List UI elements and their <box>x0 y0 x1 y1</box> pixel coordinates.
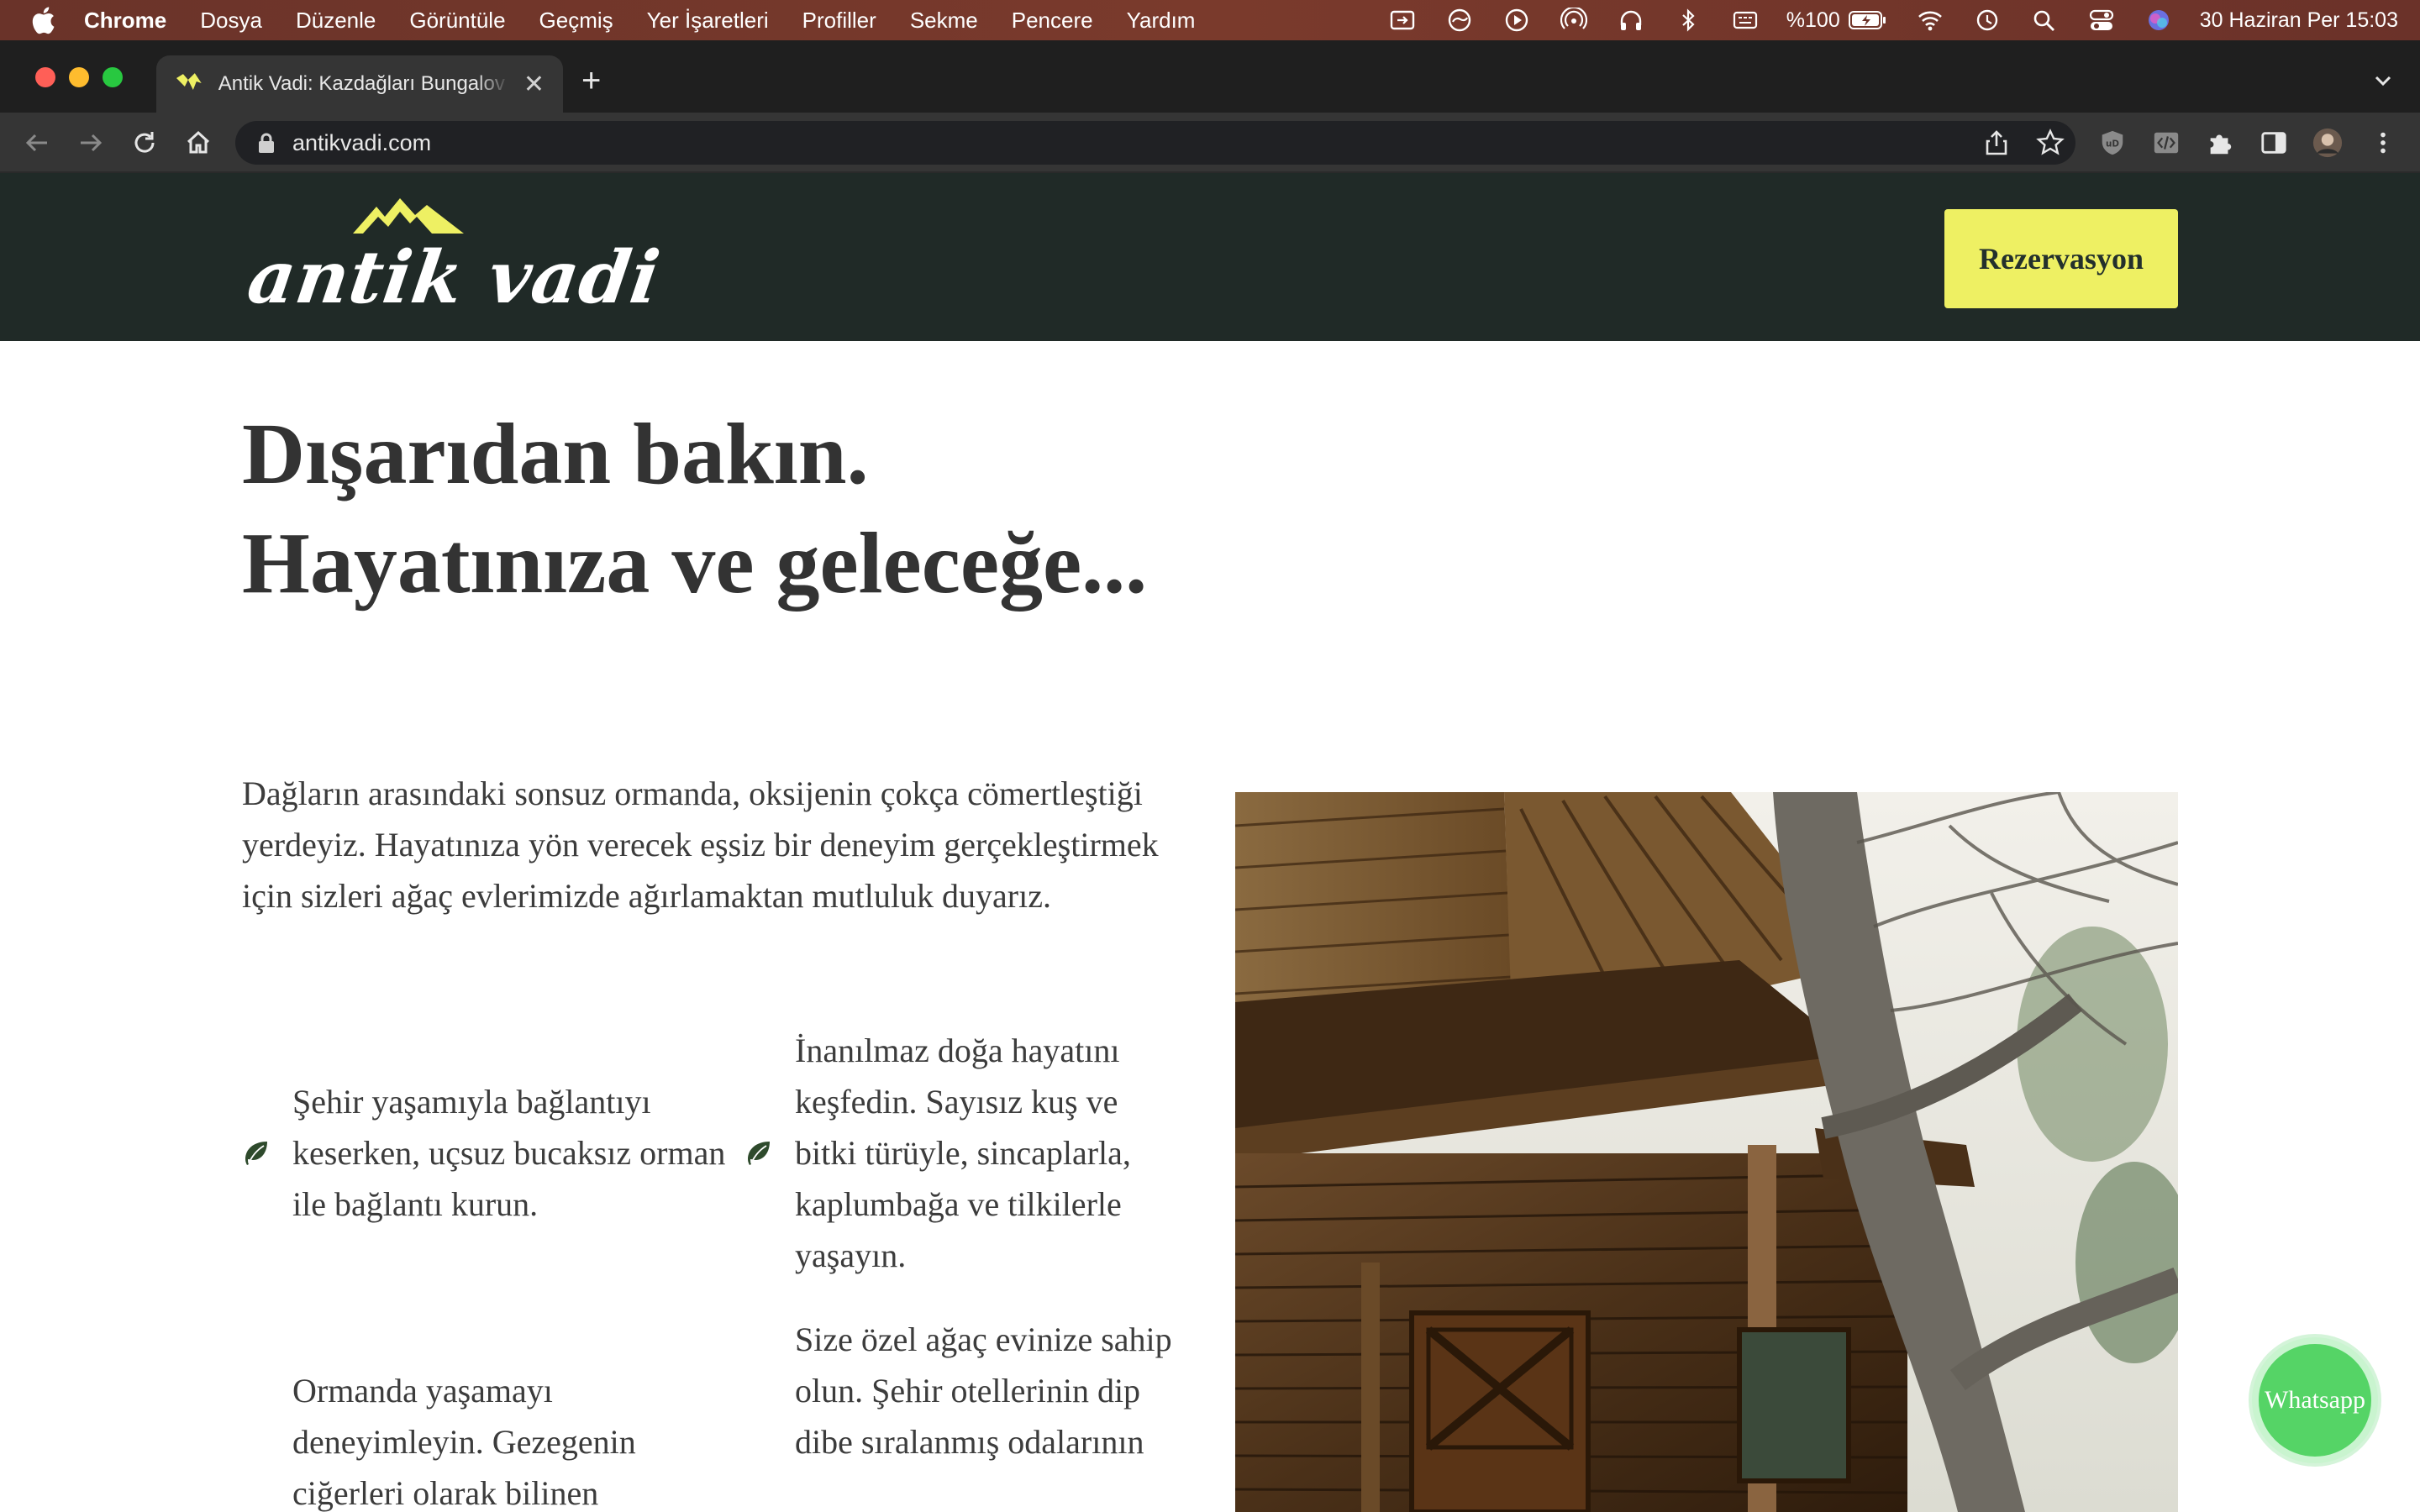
menu-app-name[interactable]: Chrome <box>84 8 166 34</box>
bookmark-star-icon[interactable] <box>2035 128 2065 158</box>
back-arrow-icon[interactable] <box>22 128 52 158</box>
menubar-clock: 30 Haziran Per 15:03 <box>2199 8 2398 32</box>
code-extension-icon[interactable] <box>2151 128 2181 158</box>
forward-arrow-icon[interactable] <box>76 128 106 158</box>
reservation-button[interactable]: Rezervasyon <box>1944 209 2178 308</box>
share-icon[interactable] <box>1981 128 2012 158</box>
mountain-logo-icon <box>353 198 464 234</box>
macos-menu-bar: Chrome Dosya Düzenle Görüntüle Geçmiş Ye… <box>0 0 2420 40</box>
airdrop-icon[interactable] <box>1560 8 1588 33</box>
bluetooth-icon[interactable] <box>1674 8 1702 33</box>
menu-duzenle[interactable]: Düzenle <box>296 8 376 34</box>
lock-icon[interactable] <box>257 132 276 154</box>
tab-close-icon[interactable]: ✕ <box>523 70 544 99</box>
new-tab-button[interactable]: + <box>581 64 601 97</box>
feature-text-4: Size özel ağaç evinize sahip olun. Şehir… <box>795 1320 1172 1461</box>
menu-profiller[interactable]: Profiller <box>802 8 876 34</box>
window-minimize-button[interactable] <box>69 67 89 87</box>
headphones-icon[interactable] <box>1617 8 1645 33</box>
home-icon[interactable] <box>183 128 213 158</box>
tab-search-chevron-icon[interactable] <box>2371 69 2395 92</box>
menu-dosya[interactable]: Dosya <box>200 8 262 34</box>
browser-menu-icon[interactable] <box>2368 128 2398 158</box>
url-text[interactable]: antikvadi.com <box>292 130 431 156</box>
spotlight-search-icon[interactable] <box>2030 8 2059 33</box>
whatsapp-button[interactable]: Whatsapp <box>2252 1337 2378 1463</box>
battery-icon[interactable] <box>1848 8 1887 33</box>
profile-avatar[interactable] <box>2312 128 2343 158</box>
site-header: antik vadi Rezervasyon <box>0 173 2420 341</box>
menu-goruntule[interactable]: Görüntüle <box>409 8 505 34</box>
tab-title: Antik Vadi: Kazdağları Bungalov <box>218 72 505 95</box>
wifi-icon[interactable] <box>1916 8 1944 33</box>
logo-text: antik vadi <box>242 235 666 320</box>
feature-text-2: İnanılmaz doğa hayatını keşfedin. Sayısı… <box>795 1032 1131 1274</box>
feature-text-1: Şehir yaşamıyla bağlantıyı keserken, uçs… <box>292 1083 726 1223</box>
leaf-icon <box>245 1142 267 1165</box>
side-panel-icon[interactable] <box>2259 128 2289 158</box>
ublock-extension-icon[interactable]: uD <box>2097 128 2128 158</box>
apple-icon[interactable] <box>30 6 55 34</box>
window-zoom-button[interactable] <box>103 67 123 87</box>
menu-sekme[interactable]: Sekme <box>910 8 978 34</box>
play-icon[interactable] <box>1502 8 1531 33</box>
extensions-puzzle-icon[interactable] <box>2205 128 2235 158</box>
leaf-icon <box>748 1142 770 1165</box>
creative-cloud-icon[interactable] <box>1445 8 1474 33</box>
battery-percent: %100 <box>1786 8 1840 32</box>
browser-tab-active[interactable]: Antik Vadi: Kazdağları Bungalov ✕ <box>156 55 563 113</box>
browser-toolbar: antikvadi.com uD <box>0 113 2420 173</box>
intro-paragraph: Dağların arasındaki sonsuz ormanda, oksi… <box>242 774 1159 915</box>
address-bar[interactable]: antikvadi.com <box>235 121 2075 165</box>
screen-share-icon[interactable] <box>1388 8 1417 33</box>
menu-gecmis[interactable]: Geçmiş <box>539 8 613 34</box>
reload-icon[interactable] <box>129 128 160 158</box>
siri-icon[interactable] <box>2144 8 2173 33</box>
bungalow-photo <box>1235 792 2178 1512</box>
time-machine-icon[interactable] <box>1973 8 2002 33</box>
menu-yer-isaretleri[interactable]: Yer İşaretleri <box>647 8 769 34</box>
keyboard-input-icon[interactable] <box>1731 8 1760 33</box>
site-favicon-icon <box>176 73 202 90</box>
feature-text-3: Ormanda yaşamayı deneyimleyin. Gezegenin… <box>292 1372 636 1512</box>
menu-yardim[interactable]: Yardım <box>1127 8 1196 34</box>
site-logo[interactable]: antik vadi <box>243 193 666 328</box>
svg-text:uD: uD <box>2106 139 2119 150</box>
window-close-button[interactable] <box>35 67 55 87</box>
menu-pencere[interactable]: Pencere <box>1012 8 1093 34</box>
hero-headline: Dışarıdan bakın. Hayatınıza ve geleceğe.… <box>242 406 1148 612</box>
control-center-icon[interactable] <box>2087 8 2116 33</box>
status-area: %100 30 Haziran Per 15:03 <box>1360 0 2398 40</box>
